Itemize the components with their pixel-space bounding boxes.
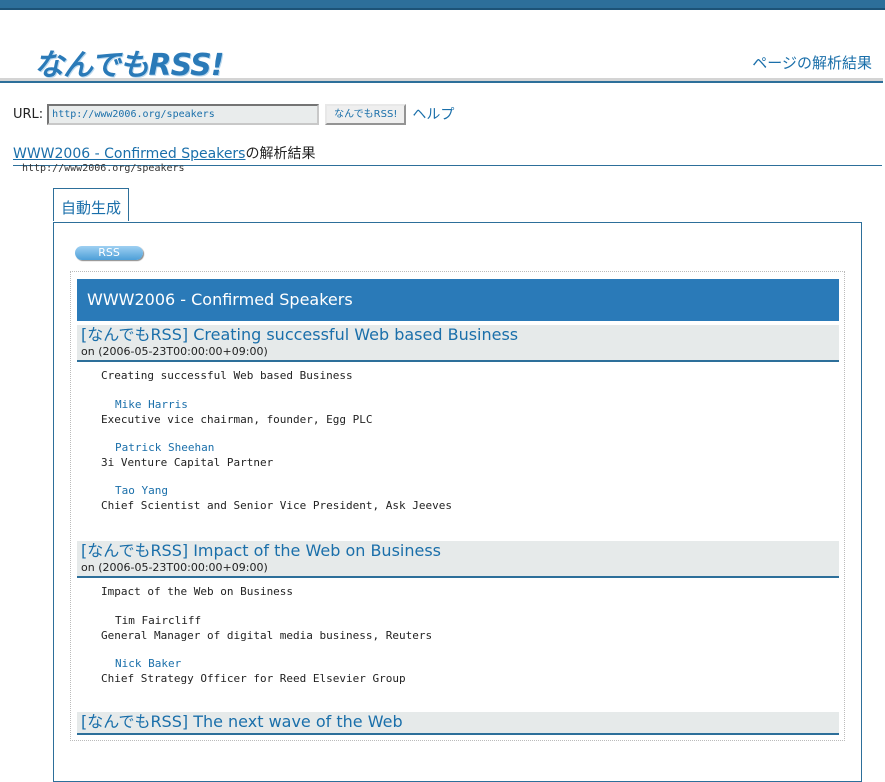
speaker-name-link[interactable]: Patrick Sheehan [101, 440, 839, 455]
feed-title: WWW2006 - Confirmed Speakers [77, 279, 839, 321]
feed-item-date: on (2006-05-23T00:00:00+09:00) [81, 561, 268, 574]
speaker: Nick Baker Chief Strategy Officer for Re… [101, 656, 839, 686]
feed-item-title[interactable]: [なんでもRSS] Creating successful Web based … [81, 325, 839, 345]
feed-item-body: Impact of the Web on Business Tim Faircl… [77, 584, 839, 686]
url-form: URL: http://www2006.org/speakers なんでもRSS… [13, 103, 454, 125]
feed-item-body: Creating successful Web based Business M… [77, 368, 839, 513]
url-input[interactable]: http://www2006.org/speakers [47, 103, 320, 125]
feed-item-header: [なんでもRSS] Impact of the Web on Business … [77, 541, 839, 578]
feed-item-date: on (2006-05-23T00:00:00+09:00) [81, 345, 268, 358]
top-bar [0, 0, 885, 10]
speaker-name-link[interactable]: Nick Baker [101, 656, 839, 671]
header-divider [0, 78, 883, 83]
feed-item-desc: Creating successful Web based Business [101, 369, 353, 382]
result-suffix: の解析結果 [245, 146, 316, 162]
url-label: URL: [13, 106, 44, 122]
speaker-role: 3i Venture Capital Partner [101, 456, 274, 469]
speaker-role: Chief Strategy Officer for Reed Elsevier… [101, 672, 406, 685]
rss-button[interactable]: RSS [75, 246, 143, 260]
tab-auto-generate[interactable]: 自動生成 [53, 188, 129, 221]
feed-item-desc: Impact of the Web on Business [101, 585, 294, 598]
speaker: Tim Faircliff General Manager of digital… [101, 613, 839, 643]
speaker-role: General Manager of digital media busines… [101, 629, 433, 642]
help-link[interactable]: ヘルプ [412, 104, 454, 124]
speaker: Mike Harris Executive vice chairman, fou… [101, 397, 839, 427]
feed-item-title[interactable]: [なんでもRSS] Impact of the Web on Business [81, 541, 839, 561]
feed-item-title[interactable]: [なんでもRSS] The next wave of the Web [81, 712, 839, 732]
result-url: http://www2006.org/speakers [22, 163, 185, 174]
speaker-name-link[interactable]: Mike Harris [101, 397, 839, 412]
feed-item: [なんでもRSS] Impact of the Web on Business … [77, 541, 839, 686]
feed-item-header: [なんでもRSS] Creating successful Web based … [77, 325, 839, 362]
speaker-name-link[interactable]: Tao Yang [101, 483, 839, 498]
submit-button[interactable]: なんでもRSS! [325, 103, 407, 125]
speaker-role: Chief Scientist and Senior Vice Presiden… [101, 499, 452, 512]
feed-item-header: [なんでもRSS] The next wave of the Web [77, 712, 839, 735]
speaker: Patrick Sheehan 3i Venture Capital Partn… [101, 440, 839, 470]
result-page-link[interactable]: WWW2006 - Confirmed Speakers [13, 146, 245, 162]
speaker-role: Executive vice chairman, founder, Egg PL… [101, 413, 373, 426]
feed-item: [なんでもRSS] Creating successful Web based … [77, 325, 839, 513]
feed-item: [なんでもRSS] The next wave of the Web [77, 712, 839, 735]
speaker: Tao Yang Chief Scientist and Senior Vice… [101, 483, 839, 513]
page-analysis-link[interactable]: ページの解析結果 [752, 52, 872, 73]
speaker-name: Tim Faircliff [115, 614, 202, 627]
